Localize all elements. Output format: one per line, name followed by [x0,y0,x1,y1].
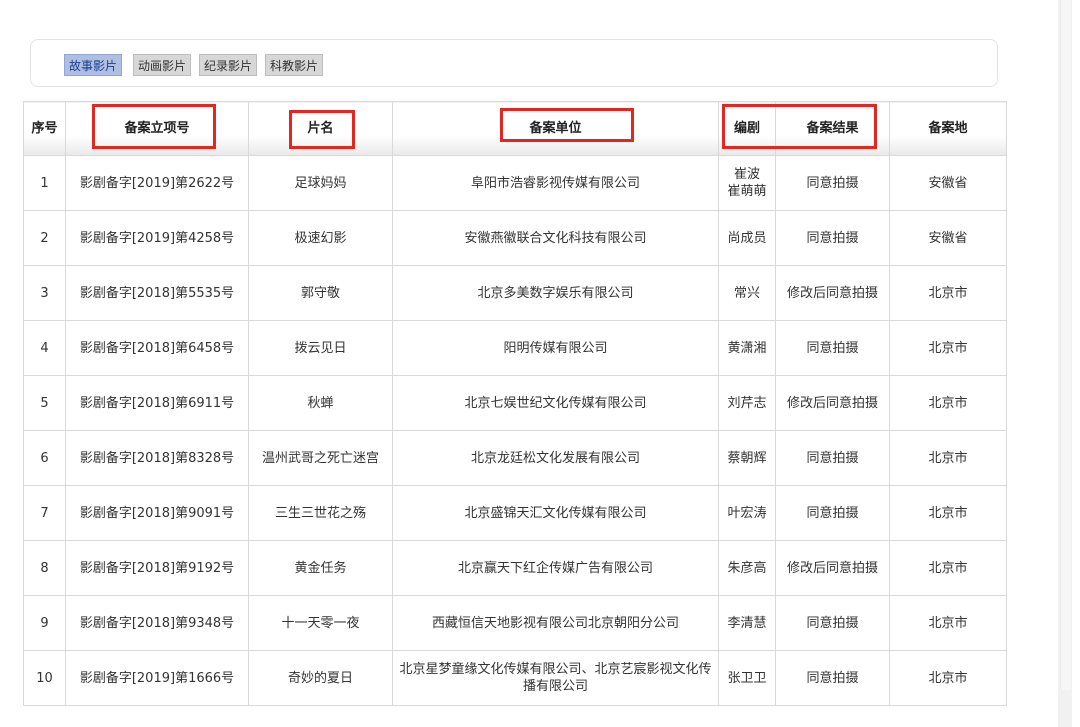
tab-documentary-films[interactable]: 纪录影片 [199,54,258,76]
header-filing-result: 备案结果 [775,101,890,156]
tab-story-films[interactable]: 故事影片 [64,54,123,76]
cell-filing-location: 安徽省 [889,210,1007,266]
cell-filing-location: 北京市 [889,540,1007,596]
cell-index: 10 [23,650,66,706]
cell-filing-company: 北京七娱世纪文化传媒有限公司 [392,375,719,431]
cell-filing-company: 北京星梦童缘文化传媒有限公司、北京艺宸影视文化传播有限公司 [392,650,719,706]
cell-filing-number: 影剧备字[2019]第1666号 [65,650,249,706]
cell-filing-number: 影剧备字[2019]第4258号 [65,210,249,266]
cell-index: 8 [23,540,66,596]
cell-filing-result: 同意拍摄 [775,650,890,706]
scrollbar-thumb[interactable] [1060,0,1071,690]
cell-filing-result: 修改后同意拍摄 [775,540,890,596]
cell-film-title: 秋蝉 [248,375,393,431]
cell-screenwriter: 叶宏涛 [718,485,776,541]
cell-filing-number: 影剧备字[2018]第5535号 [65,265,249,321]
cell-screenwriter: 蔡朝辉 [718,430,776,486]
cell-filing-location: 安徽省 [889,155,1007,211]
cell-filing-result: 同意拍摄 [775,595,890,651]
filing-table: 序号 备案立项号 片名 备案单位 编剧 备案结果 备案地 1 影剧备字[2019]… [23,101,1007,706]
cell-filing-company: 北京多美数字娱乐有限公司 [392,265,719,321]
cell-filing-company: 北京赢天下红企传媒广告有限公司 [392,540,719,596]
tab-animated-films[interactable]: 动画影片 [133,54,192,76]
cell-filing-company: 阜阳市浩睿影视传媒有限公司 [392,155,719,211]
table-row: 5 影剧备字[2018]第6911号 秋蝉 北京七娱世纪文化传媒有限公司 刘芹志 修改后同… [23,375,1007,431]
cell-index: 7 [23,485,66,541]
cell-filing-result: 同意拍摄 [775,210,890,266]
cell-filing-company: 北京盛锦天汇文化传媒有限公司 [392,485,719,541]
table-row: 3 影剧备字[2018]第5535号 郭守敬 北京多美数字娱乐有限公司 常兴 修改后同意拍… [23,265,1007,321]
filing-table-container: 序号 备案立项号 片名 备案单位 编剧 备案结果 备案地 1 影剧备字[2019]… [23,101,1007,706]
cell-filing-location: 北京市 [889,595,1007,651]
cell-filing-number: 影剧备字[2019]第2622号 [65,155,249,211]
cell-filing-number: 影剧备字[2018]第9192号 [65,540,249,596]
table-row: 9 影剧备字[2018]第9348号 十一天零一夜 西藏恒信天地影视有限公司北京朝阳分… [23,595,1007,651]
header-filing-number: 备案立项号 [65,101,249,156]
cell-filing-location: 北京市 [889,375,1007,431]
cell-film-title: 足球妈妈 [248,155,393,211]
cell-film-title: 拨云见日 [248,320,393,376]
cell-filing-number: 影剧备字[2018]第6458号 [65,320,249,376]
cell-filing-result: 同意拍摄 [775,430,890,486]
cell-filing-company: 西藏恒信天地影视有限公司北京朝阳分公司 [392,595,719,651]
cell-film-title: 郭守敬 [248,265,393,321]
cell-screenwriter: 李清慧 [718,595,776,651]
cell-filing-result: 修改后同意拍摄 [775,265,890,321]
cell-filing-company: 阳明传媒有限公司 [392,320,719,376]
table-header-row: 序号 备案立项号 片名 备案单位 编剧 备案结果 备案地 [23,101,1007,156]
header-screenwriter: 编剧 [718,101,776,156]
cell-filing-number: 影剧备字[2018]第9348号 [65,595,249,651]
cell-filing-company: 安徽燕徽联合文化科技有限公司 [392,210,719,266]
cell-filing-number: 影剧备字[2018]第6911号 [65,375,249,431]
cell-index: 4 [23,320,66,376]
cell-filing-location: 北京市 [889,320,1007,376]
category-tabs-panel: 故事影片 动画影片 纪录影片 科教影片 [30,39,998,87]
cell-filing-result: 同意拍摄 [775,155,890,211]
cell-screenwriter: 张卫卫 [718,650,776,706]
table-row: 8 影剧备字[2018]第9192号 黄金任务 北京赢天下红企传媒广告有限公司 朱彦高修… [23,540,1007,596]
header-filing-location: 备案地 [889,101,1007,156]
cell-filing-location: 北京市 [889,430,1007,486]
cell-index: 2 [23,210,66,266]
table-row: 2 影剧备字[2019]第4258号 极速幻影 安徽燕徽联合文化科技有限公司 尚成员 同意… [23,210,1007,266]
cell-filing-company: 北京龙廷松文化发展有限公司 [392,430,719,486]
cell-index: 3 [23,265,66,321]
cell-filing-result: 同意拍摄 [775,320,890,376]
table-body: 1 影剧备字[2019]第2622号 足球妈妈 阜阳市浩睿影视传媒有限公司 崔波 崔萌萌… [23,155,1007,706]
cell-index: 1 [23,155,66,211]
cell-filing-result: 修改后同意拍摄 [775,375,890,431]
cell-screenwriter: 尚成员 [718,210,776,266]
cell-screenwriter: 常兴 [718,265,776,321]
table-row: 7 影剧备字[2018]第9091号 三生三世花之殇 北京盛锦天汇文化传媒有限公司 叶宏… [23,485,1007,541]
cell-film-title: 黄金任务 [248,540,393,596]
table-row: 10 影剧备字[2019]第1666号 奇妙的夏日 北京星梦童缘文化传媒有限公司、北京… [23,650,1007,706]
cell-screenwriter: 刘芹志 [718,375,776,431]
cell-index: 9 [23,595,66,651]
header-index: 序号 [23,101,66,156]
cell-film-title: 极速幻影 [248,210,393,266]
table-row: 4 影剧备字[2018]第6458号 拨云见日 阳明传媒有限公司 黄潇湘 同意拍摄 北京市 [23,320,1007,376]
cell-screenwriter: 崔波 崔萌萌 [718,155,776,211]
cell-filing-location: 北京市 [889,265,1007,321]
header-film-title: 片名 [248,101,393,156]
cell-screenwriter: 朱彦高 [718,540,776,596]
cell-index: 6 [23,430,66,486]
cell-film-title: 奇妙的夏日 [248,650,393,706]
cell-filing-location: 北京市 [889,650,1007,706]
table-row: 1 影剧备字[2019]第2622号 足球妈妈 阜阳市浩睿影视传媒有限公司 崔波 崔萌萌… [23,155,1007,211]
cell-filing-location: 北京市 [889,485,1007,541]
table-row: 6 影剧备字[2018]第8328号 温州武哥之死亡迷宫 北京龙廷松文化发展有限公司蔡… [23,430,1007,486]
cell-film-title: 十一天零一夜 [248,595,393,651]
cell-filing-result: 同意拍摄 [775,485,890,541]
cell-film-title: 三生三世花之殇 [248,485,393,541]
cell-film-title: 温州武哥之死亡迷宫 [248,430,393,486]
tab-science-films[interactable]: 科教影片 [265,54,324,76]
cell-index: 5 [23,375,66,431]
cell-filing-number: 影剧备字[2018]第8328号 [65,430,249,486]
cell-filing-number: 影剧备字[2018]第9091号 [65,485,249,541]
header-filing-company: 备案单位 [392,101,719,156]
cell-screenwriter: 黄潇湘 [718,320,776,376]
